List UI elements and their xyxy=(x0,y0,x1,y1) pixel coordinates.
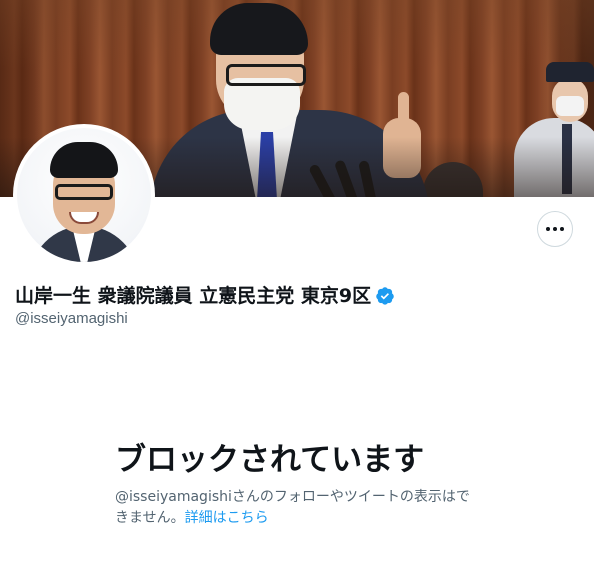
blocked-message: @isseiyamagishiさんのフォローやツイートの表示はできません。詳細は… xyxy=(115,487,480,529)
avatar-photo xyxy=(17,128,151,262)
avatar-glasses xyxy=(55,184,113,200)
avatar-hair xyxy=(50,142,118,178)
blocked-message-text: @isseiyamagishiさんのフォローやツイートの表示はできません。 xyxy=(115,489,470,526)
profile-display-name: 山岸一生 衆議院議員 立憲民主党 東京9区 xyxy=(15,285,372,307)
banner-guard-cap xyxy=(546,62,594,82)
banner-guard-mask xyxy=(556,96,584,116)
learn-more-link[interactable]: 詳細はこちら xyxy=(185,510,269,526)
profile-display-name-row: 山岸一生 衆議院議員 立憲民主党 東京9区 xyxy=(15,284,395,308)
verified-badge-icon xyxy=(376,287,394,305)
profile-avatar[interactable] xyxy=(13,124,155,266)
profile-handle: @isseiyamagishi xyxy=(15,310,128,327)
more-options-button[interactable] xyxy=(537,211,573,247)
banner-speaker-glasses xyxy=(226,64,306,86)
more-horizontal-icon xyxy=(546,227,564,231)
blocked-title: ブロックされています xyxy=(115,442,425,478)
